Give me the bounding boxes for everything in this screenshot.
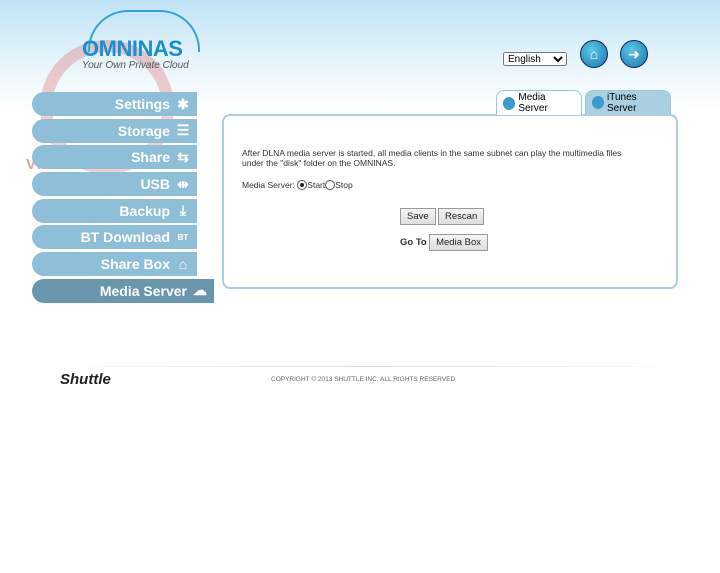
goto-row: Go To Media Box xyxy=(400,234,488,251)
sidebar-item-bt-download[interactable]: BT Download BT xyxy=(32,225,197,250)
description: After DLNA media server is started, all … xyxy=(242,148,622,168)
shuttle-logo: Shuttle xyxy=(60,371,111,388)
sidebar-item-label: Media Server xyxy=(99,282,187,299)
share-icon: ⇆ xyxy=(177,148,189,165)
settings-icon: ✱ xyxy=(177,95,189,112)
start-radio[interactable] xyxy=(297,180,308,190)
omninas-logo: OMNINAS Your Own Private Cloud xyxy=(80,10,205,71)
usb-icon: ⇹ xyxy=(177,175,189,192)
goto-label: Go To xyxy=(400,237,427,248)
sidebar-item-label: Share xyxy=(131,149,170,166)
stop-radio[interactable] xyxy=(325,180,336,190)
rescan-button[interactable]: Rescan xyxy=(438,208,485,225)
logo-tagline: Your Own Private Cloud xyxy=(82,60,189,71)
sidebar-item-share[interactable]: Share ⇆ xyxy=(32,145,197,170)
tab-label: iTunes Server xyxy=(606,91,637,114)
footer-divider xyxy=(50,366,690,367)
sidebar-item-settings[interactable]: Settings ✱ xyxy=(32,92,197,116)
storage-icon: ☰ xyxy=(176,122,190,139)
media-server-panel: After DLNA media server is started, all … xyxy=(222,114,678,289)
media-server-label: Media Server: xyxy=(242,180,295,190)
tab-media-server[interactable]: Media Server xyxy=(496,90,582,115)
media-server-icon: ☁ xyxy=(193,282,207,299)
sidebar-item-share-box[interactable]: Share Box ⌂ xyxy=(32,252,197,277)
sidebar-item-label: Backup xyxy=(119,202,170,219)
sidebar-item-label: USB xyxy=(140,176,170,193)
save-button[interactable]: Save xyxy=(400,208,436,225)
sidebar-item-usb[interactable]: USB ⇹ xyxy=(32,172,197,197)
share-box-icon: ⌂ xyxy=(178,256,188,273)
sidebar-item-label: BT Download xyxy=(80,229,170,246)
sidebar-item-backup[interactable]: Backup ⤓ xyxy=(32,198,197,223)
logout-icon[interactable]: ➜ xyxy=(620,40,648,68)
media-server-tab-icon xyxy=(503,96,516,110)
sidebar-item-media-server[interactable]: Media Server ☁ xyxy=(32,278,214,303)
language-select[interactable]: English xyxy=(503,52,567,66)
sidebar-nav: Settings ✱ Storage ☰ Share ⇆ USB ⇹ Backup ⤓ B… xyxy=(32,92,214,306)
start-label: Start xyxy=(307,180,326,190)
media-box-button[interactable]: Media Box xyxy=(429,234,488,251)
tab-label: Media Server xyxy=(518,92,548,114)
itunes-icon xyxy=(592,96,604,109)
bt-icon: BT xyxy=(177,232,189,242)
logo-name: OMNINAS xyxy=(82,36,183,61)
action-buttons: Save Rescan xyxy=(400,208,485,225)
media-server-row: Media Server: Start Stop xyxy=(242,180,353,190)
sidebar-item-label: Storage xyxy=(117,122,170,139)
sidebar-item-storage[interactable]: Storage ☰ xyxy=(32,118,197,143)
copyright: COPYRIGHT © 2013 SHUTTLE INC. ALL RIGHTS… xyxy=(271,376,456,383)
home-icon[interactable]: ⌂ xyxy=(580,40,608,68)
stop-label: Stop xyxy=(335,180,353,190)
sidebar-item-label: Settings xyxy=(114,96,170,112)
sidebar-item-label: Share Box xyxy=(100,256,170,273)
tab-itunes-server[interactable]: iTunes Server xyxy=(585,90,671,114)
backup-icon: ⤓ xyxy=(179,202,187,219)
